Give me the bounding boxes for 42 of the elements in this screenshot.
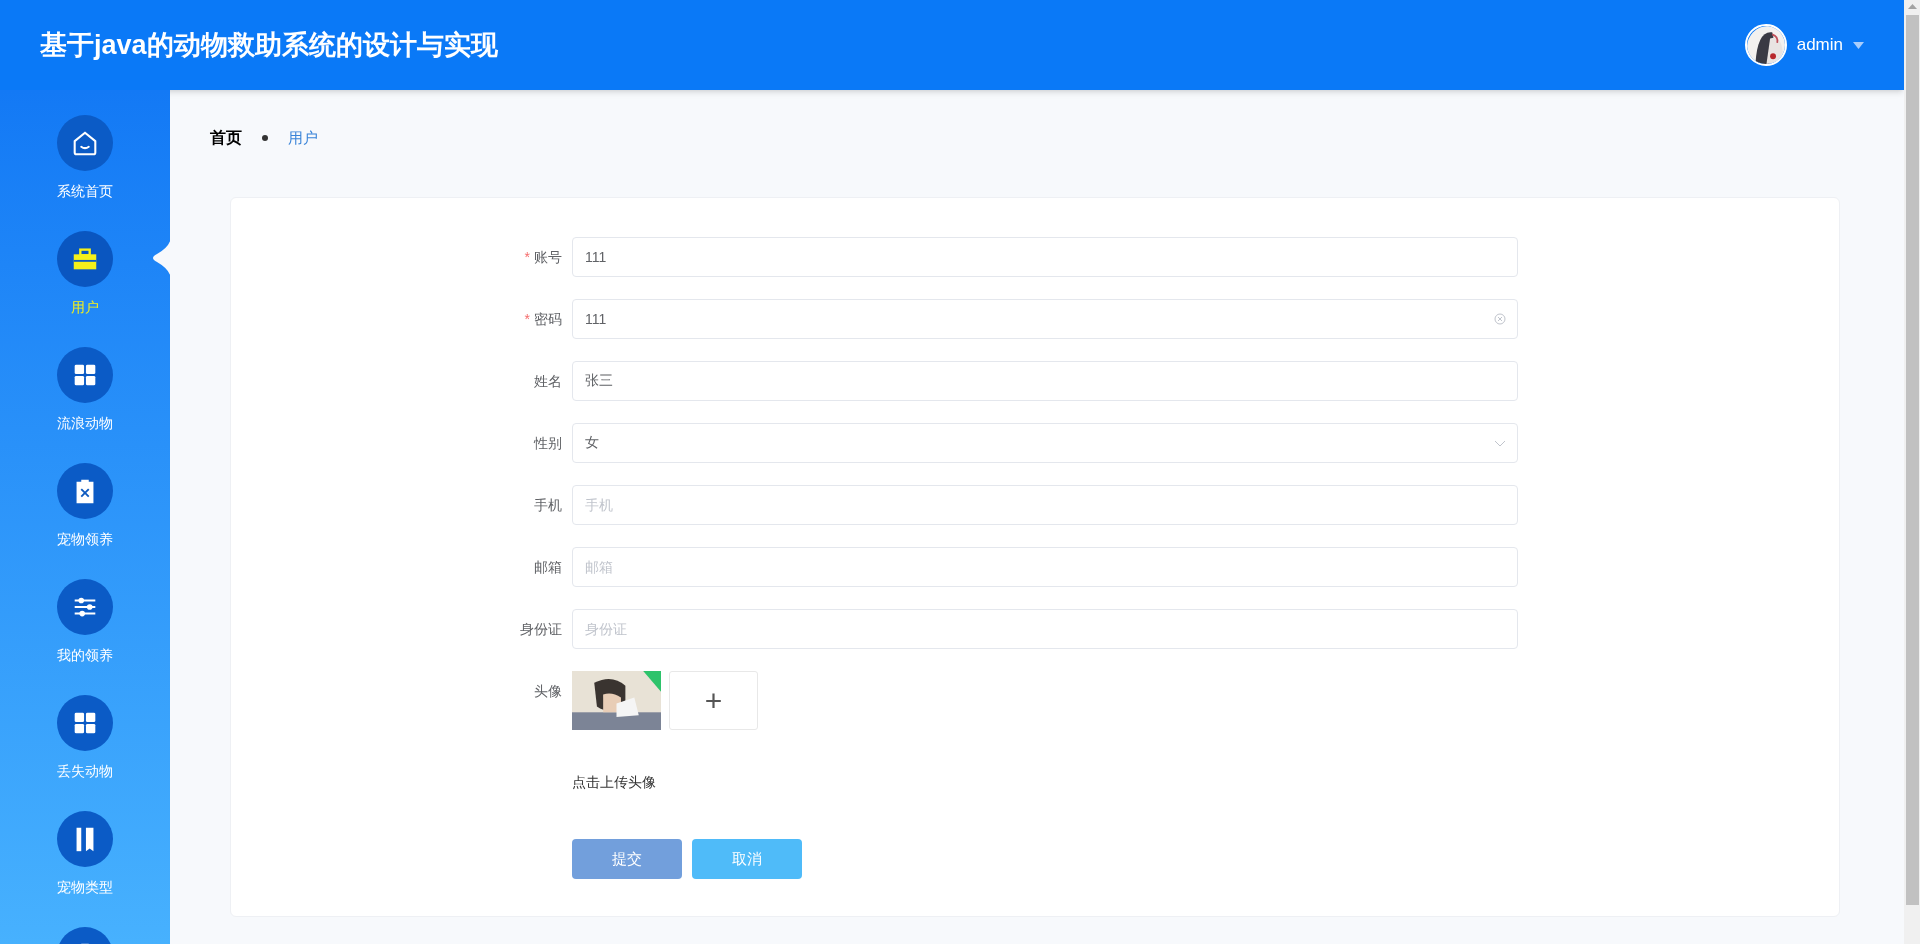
menu-item-label[interactable]: 宠物类型 [57, 877, 113, 898]
scrollbar[interactable] [1904, 0, 1920, 944]
menu-icon-button[interactable] [57, 579, 113, 635]
submit-button[interactable]: 提交 [572, 839, 682, 879]
password-field[interactable]: 111 [572, 299, 1518, 339]
field-label: 头像 [534, 681, 562, 701]
menu-icon-button[interactable] [57, 463, 113, 519]
menu-icon-button[interactable] [57, 811, 113, 867]
menu-item-label[interactable]: 系统首页 [57, 181, 113, 202]
input-field[interactable]: 111 [572, 237, 1518, 277]
required-mark: * [524, 247, 530, 267]
menu-icon-button[interactable] [57, 347, 113, 403]
required-mark: * [524, 309, 530, 329]
field-label: 身份证 [520, 619, 562, 639]
menu-item-label[interactable]: 丢失动物 [57, 761, 113, 782]
field-label: 性别 [534, 433, 562, 453]
app-title: 基于java的动物救助系统的设计与实现 [40, 28, 498, 62]
menu-item-label[interactable]: 我的领养 [57, 645, 113, 666]
input-field[interactable]: 邮箱 [572, 547, 1518, 587]
scrollbar-thumb[interactable] [1905, 15, 1919, 905]
field-label: 账号 [534, 247, 562, 267]
cancel-button[interactable]: 取消 [692, 839, 802, 879]
caret-icon[interactable] [1853, 41, 1864, 49]
upload-hint: 点击上传头像 [572, 773, 657, 792]
upload-button[interactable]: + [669, 671, 758, 730]
menu-icon-button[interactable] [57, 115, 113, 171]
breadcrumb-link[interactable]: 首页 [210, 126, 242, 150]
field-label: 邮箱 [534, 557, 562, 577]
menu-icon-button[interactable] [57, 231, 113, 287]
menu-item-label[interactable]: 宠物领养 [57, 529, 113, 550]
username[interactable]: admin [1796, 32, 1843, 58]
field-label: 姓名 [534, 371, 562, 391]
field-label: 密码 [534, 309, 562, 329]
menu-icon-button[interactable] [57, 695, 113, 751]
input-field[interactable]: 手机 [572, 485, 1518, 525]
select-field[interactable]: 女 [572, 423, 1518, 463]
breadcrumb-link[interactable]: 用户 [288, 126, 318, 150]
field-label: 手机 [534, 495, 562, 515]
menu-item-label[interactable]: 流浪动物 [57, 413, 113, 434]
input-field[interactable]: 身份证 [572, 609, 1518, 649]
menu-item-label[interactable]: 用户 [71, 297, 99, 318]
input-field[interactable]: 张三 [572, 361, 1518, 401]
